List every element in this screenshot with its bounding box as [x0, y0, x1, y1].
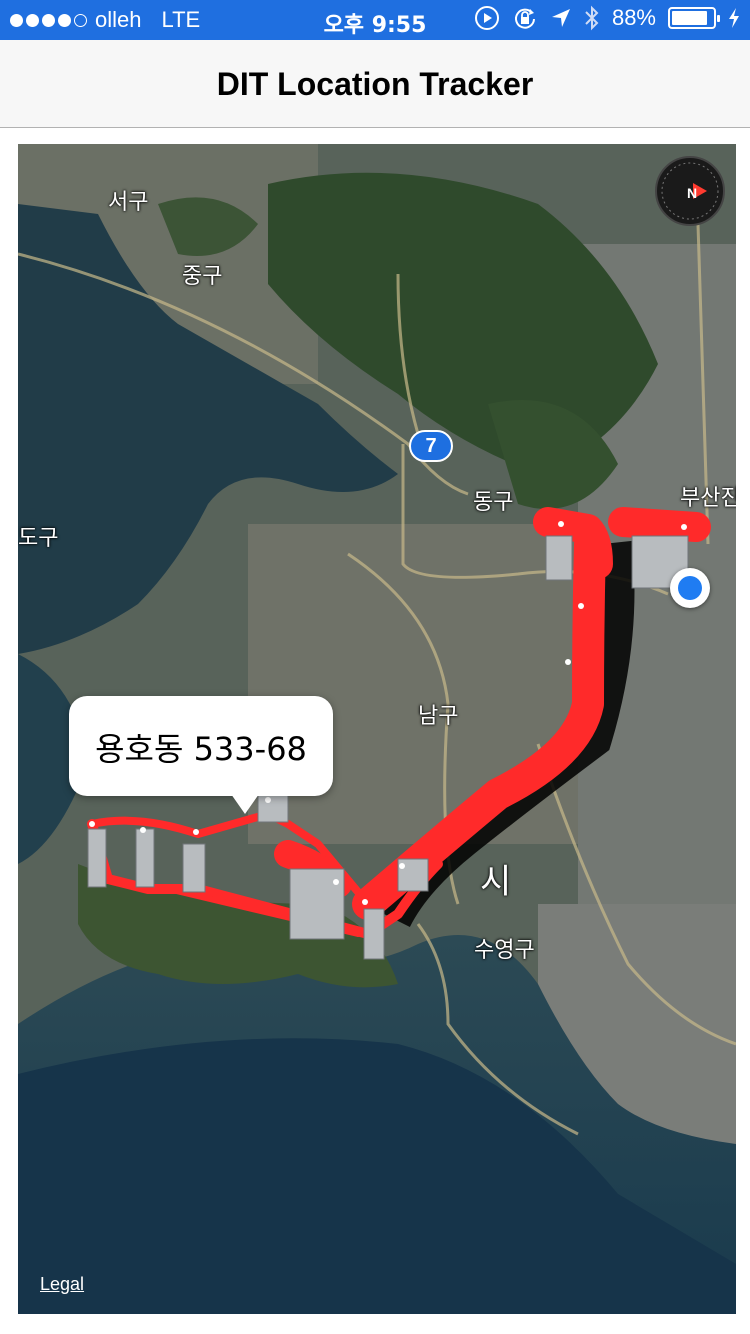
map-label-jung-gu: 중구 [182, 264, 223, 289]
navigation-bar: DIT Location Tracker [0, 40, 750, 128]
location-arrow-icon [551, 9, 570, 27]
battery-icon [668, 7, 720, 29]
charging-icon [729, 8, 739, 28]
map-label-nam-gu: 남구 [418, 704, 459, 729]
page-title: DIT Location Tracker [216, 66, 534, 102]
map-view[interactable]: 서구 중구 동구 부산진 도구 남구 수영구 시 7 N 용호동 533-68 … [18, 144, 736, 1314]
map-label-dong-gu: 동구 [473, 490, 514, 515]
map-label-saha: 도구 [18, 526, 59, 551]
map-label-busanjin: 부산진 [680, 486, 736, 511]
user-location-marker[interactable] [670, 568, 710, 608]
status-bar: olleh LTE 오후 9:55 88% [0, 0, 750, 40]
battery-percent: 88% [611, 5, 656, 30]
bluetooth-icon [585, 5, 599, 31]
compass-button[interactable]: N [655, 156, 725, 226]
map-label-seo-gu: 서구 [108, 190, 149, 215]
map-label-city: 시 [480, 862, 512, 902]
legal-link[interactable]: Legal [40, 1274, 84, 1295]
annotation-callout[interactable]: 용호동 533-68 [69, 696, 333, 814]
compass-north-label: N [686, 185, 698, 201]
screen-record-icon [474, 6, 499, 30]
map-label-suyeong-gu: 수영구 [474, 938, 535, 963]
callout-pointer [231, 794, 259, 814]
route-number-badge: 7 [409, 430, 453, 462]
rotation-lock-icon [514, 8, 535, 29]
callout-address: 용호동 533-68 [95, 730, 307, 768]
